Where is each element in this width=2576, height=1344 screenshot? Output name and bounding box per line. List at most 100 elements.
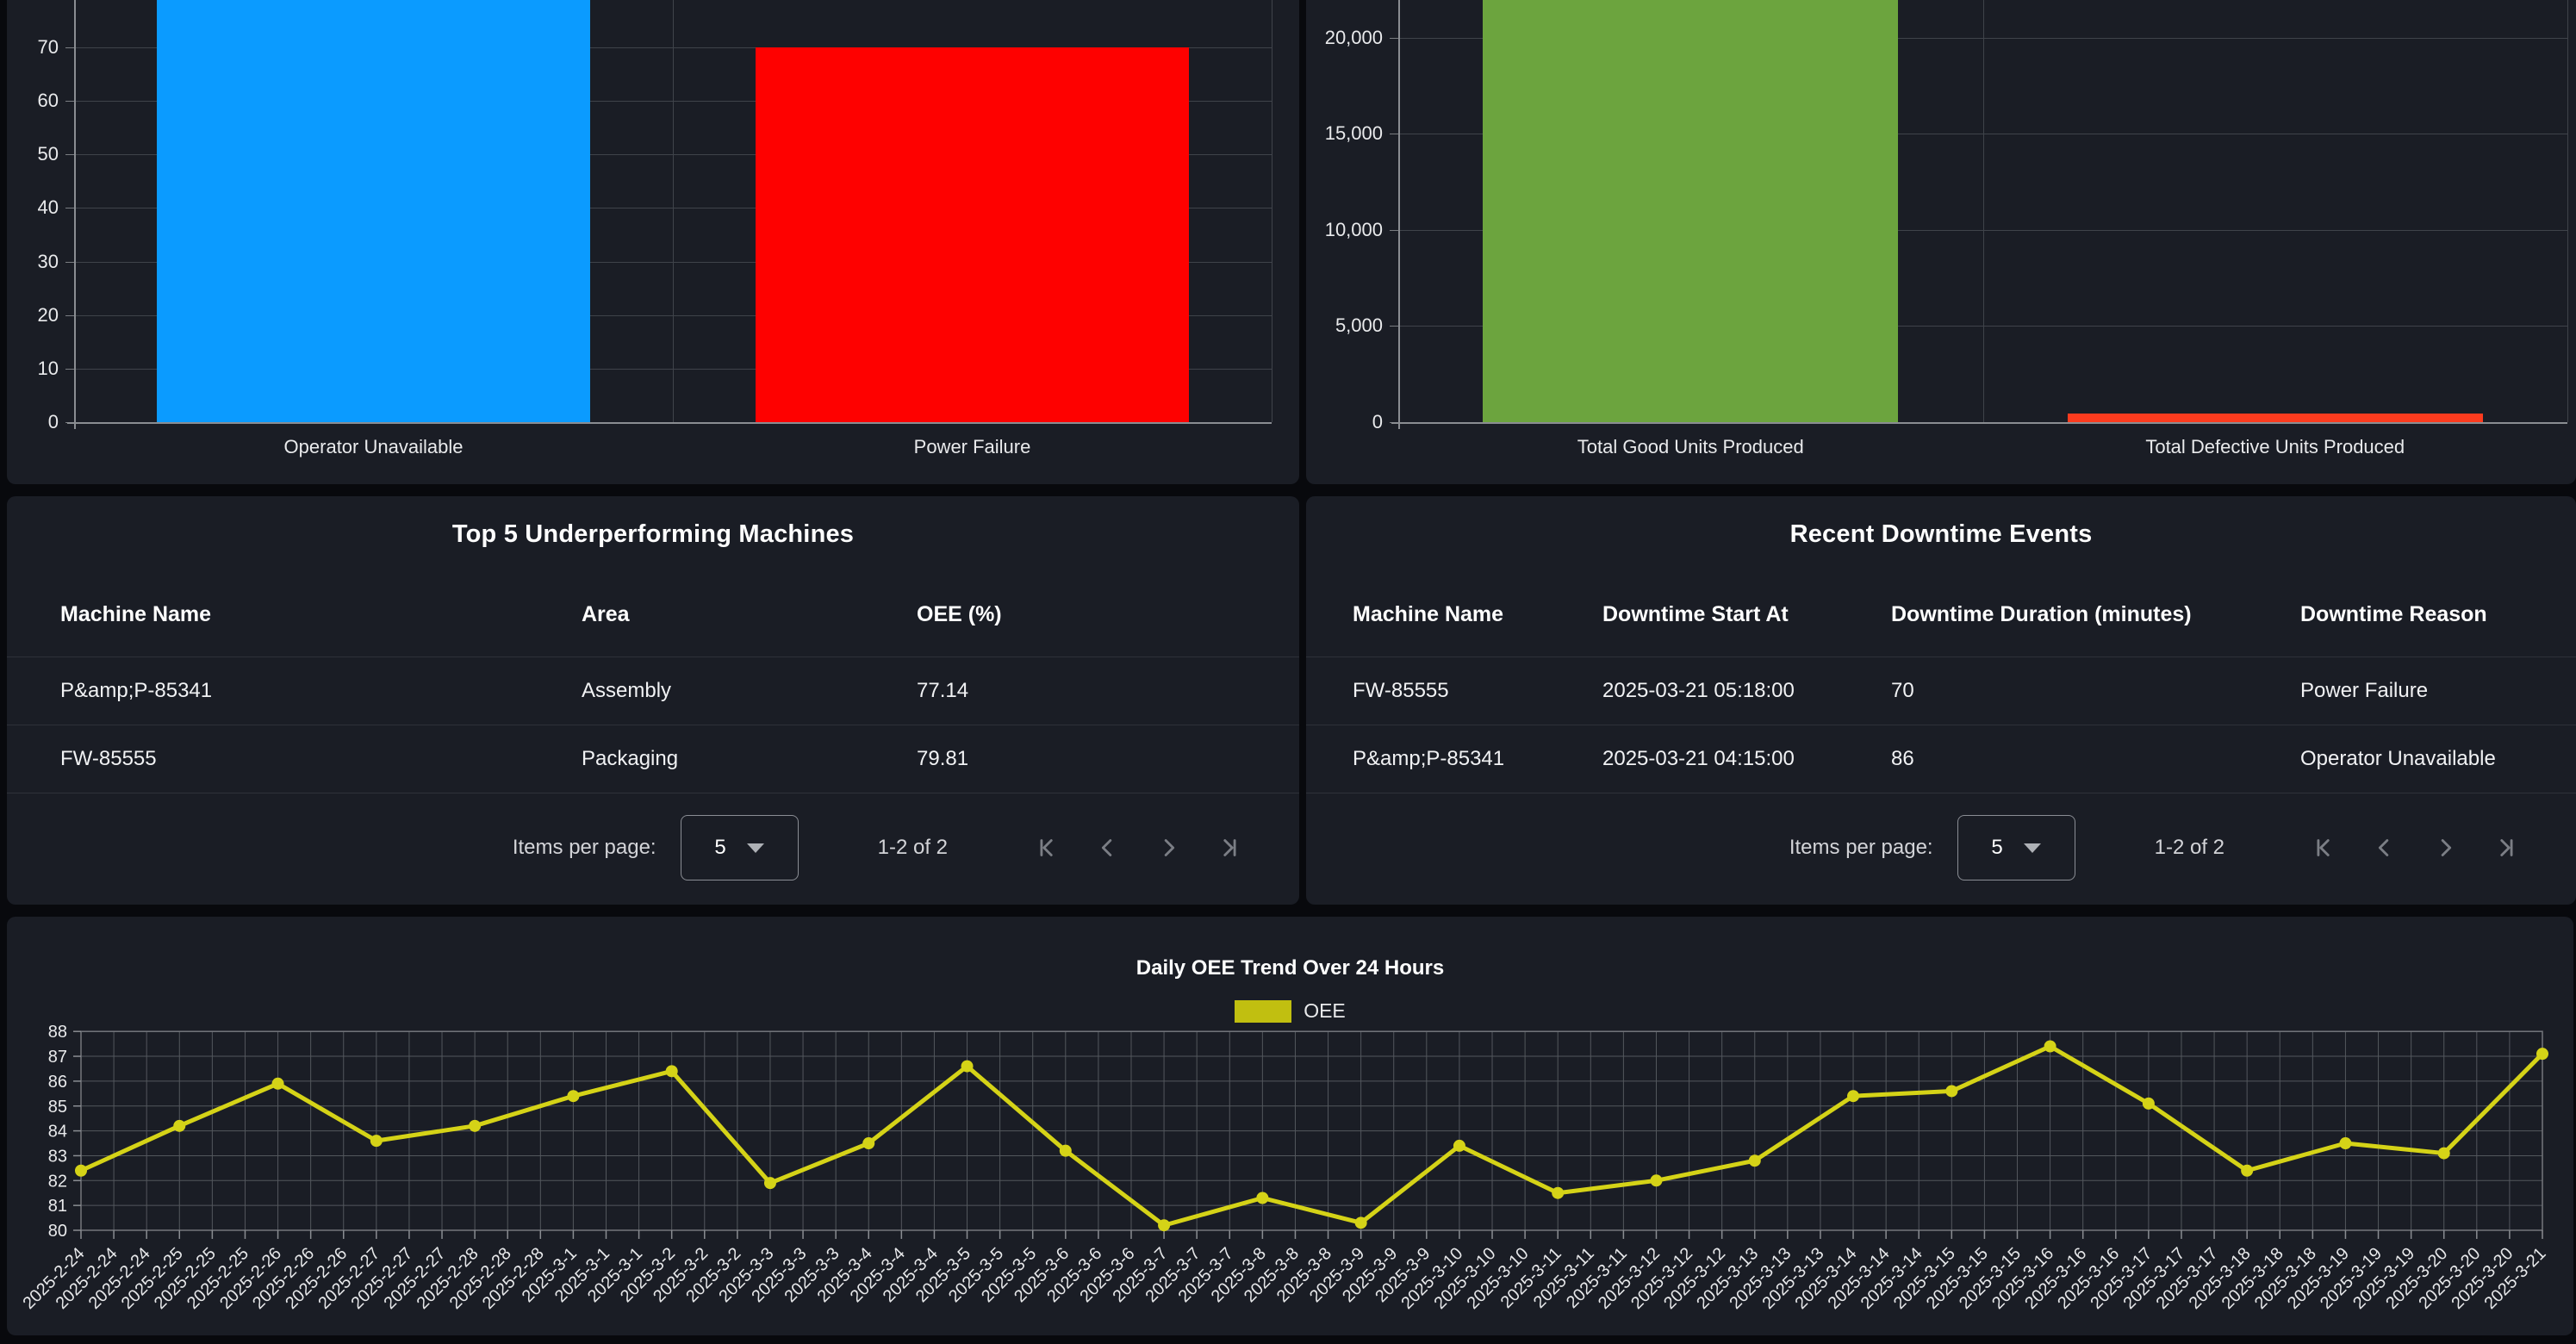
y-tick-label: 81 — [48, 1197, 67, 1216]
y-tick — [65, 262, 74, 263]
items-per-page-value: 5 — [1991, 836, 2002, 860]
page-title: Top 5 Underperforming Machines — [7, 496, 1299, 572]
y-tick-label: 82 — [48, 1172, 67, 1191]
data-point — [1552, 1187, 1564, 1199]
y-tick-label: 30 — [7, 251, 59, 273]
units-produced-chart-panel: 05,00010,00015,00020,000Total Good Units… — [1306, 0, 2576, 484]
y-tick — [65, 47, 74, 48]
y-tick-label: 60 — [7, 90, 59, 112]
y-tick-label: 70 — [7, 36, 59, 59]
data-point — [2536, 1048, 2548, 1060]
cell-downtime-duration: 70 — [1891, 679, 2300, 703]
recent-downtime-events-panel: Recent Downtime Events Machine Name Down… — [1306, 496, 2576, 905]
first-page-button[interactable] — [1032, 832, 1063, 863]
first-page-icon — [1033, 833, 1062, 862]
data-point — [1749, 1154, 1761, 1167]
underperforming-machines-panel: Top 5 Underperforming Machines Machine N… — [7, 496, 1299, 905]
cell-oee: 77.14 — [917, 679, 1265, 703]
data-point — [2044, 1041, 2056, 1053]
bar-category-label: Operator Unavailable — [74, 436, 673, 458]
next-page-button[interactable] — [2430, 832, 2461, 863]
y-tick-label: 0 — [7, 411, 59, 433]
data-point — [1945, 1085, 1957, 1097]
y-tick-label: 83 — [48, 1147, 67, 1166]
column-header-oee: OEE (%) — [917, 602, 1265, 627]
last-page-button[interactable] — [2490, 832, 2521, 863]
cell-downtime-start: 2025-03-21 04:15:00 — [1602, 747, 1891, 771]
bar-0 — [1483, 0, 1898, 422]
paginator: Items per page: 5 1-2 of 2 — [7, 791, 1299, 905]
column-header-machine-name: Machine Name — [1353, 602, 1602, 627]
first-page-button[interactable] — [2309, 832, 2340, 863]
table-header-row: Machine Name Downtime Start At Downtime … — [1306, 572, 2576, 657]
table-row: P&amp;P-85341 Assembly 77.14 — [7, 657, 1299, 725]
y-tick-label: 5,000 — [1306, 314, 1383, 337]
cell-downtime-duration: 86 — [1891, 747, 2300, 771]
data-point — [1847, 1090, 1859, 1102]
data-point — [961, 1061, 974, 1073]
cell-downtime-start: 2025-03-21 05:18:00 — [1602, 679, 1891, 703]
chart-title: Daily OEE Trend Over 24 Hours — [7, 956, 2573, 980]
y-tick-label: 20,000 — [1306, 27, 1383, 49]
data-point — [2438, 1148, 2450, 1160]
y-tick-label: 80 — [48, 1222, 67, 1241]
bar-1 — [756, 47, 1190, 422]
chevron-down-icon — [747, 843, 764, 853]
data-point — [666, 1065, 678, 1077]
x-axis-line — [67, 422, 1272, 424]
bar-category-label: Power Failure — [673, 436, 1272, 458]
column-header-downtime-reason: Downtime Reason — [2300, 602, 2542, 627]
table-row: P&amp;P-85341 2025-03-21 04:15:00 86 Ope… — [1306, 725, 2576, 793]
data-point — [173, 1120, 185, 1132]
y-tick-label: 0 — [1306, 411, 1383, 433]
data-point — [567, 1090, 579, 1102]
y-tick-label: 84 — [48, 1123, 67, 1142]
chevron-left-icon — [1093, 833, 1123, 862]
page-range-label: 1-2 of 2 — [878, 836, 948, 860]
chart-legend: OEE — [7, 999, 2573, 1023]
items-per-page-select[interactable]: 5 — [681, 815, 799, 880]
previous-page-button[interactable] — [2369, 832, 2400, 863]
bar-1 — [2068, 414, 2483, 422]
page-range-label: 1-2 of 2 — [2155, 836, 2224, 860]
cell-oee: 79.81 — [917, 747, 1265, 771]
y-tick-label: 20 — [7, 304, 59, 327]
y-tick — [65, 315, 74, 316]
x-gridline — [1983, 0, 1984, 422]
last-page-button[interactable] — [1213, 832, 1244, 863]
data-point — [1158, 1219, 1170, 1231]
y-tick-label: 40 — [7, 196, 59, 219]
y-axis-line — [74, 0, 76, 429]
data-point — [862, 1137, 874, 1149]
y-tick-label: 85 — [48, 1098, 67, 1117]
last-page-icon — [2491, 833, 2520, 862]
items-per-page-select[interactable]: 5 — [1957, 815, 2075, 880]
data-point — [370, 1135, 383, 1147]
cell-area: Assembly — [582, 679, 917, 703]
y-tick — [1390, 230, 1398, 231]
page-title: Recent Downtime Events — [1306, 496, 2576, 572]
cell-downtime-reason: Power Failure — [2300, 679, 2542, 703]
items-per-page-value: 5 — [714, 836, 725, 860]
y-tick — [1390, 38, 1398, 39]
data-point — [272, 1078, 284, 1090]
items-per-page-label: Items per page: — [1789, 836, 1933, 860]
data-point — [764, 1177, 776, 1189]
y-tick-label: 87 — [48, 1048, 67, 1067]
y-tick-label: 10,000 — [1306, 219, 1383, 241]
y-tick — [1390, 326, 1398, 327]
y-tick-label: 10 — [7, 358, 59, 380]
previous-page-button[interactable] — [1092, 832, 1123, 863]
data-point — [469, 1120, 481, 1132]
column-header-area: Area — [582, 602, 917, 627]
data-point — [1060, 1145, 1072, 1157]
cell-machine-name: P&amp;P-85341 — [60, 679, 582, 703]
y-tick-label: 50 — [7, 143, 59, 165]
x-gridline — [673, 0, 674, 422]
bar-0 — [157, 0, 591, 422]
oee-trend-panel: 2025-2-242025-2-242025-2-242025-2-252025… — [7, 917, 2573, 1335]
y-axis-line — [1398, 0, 1400, 429]
oee-line — [81, 1047, 2542, 1226]
data-point — [1256, 1192, 1268, 1204]
next-page-button[interactable] — [1153, 832, 1184, 863]
